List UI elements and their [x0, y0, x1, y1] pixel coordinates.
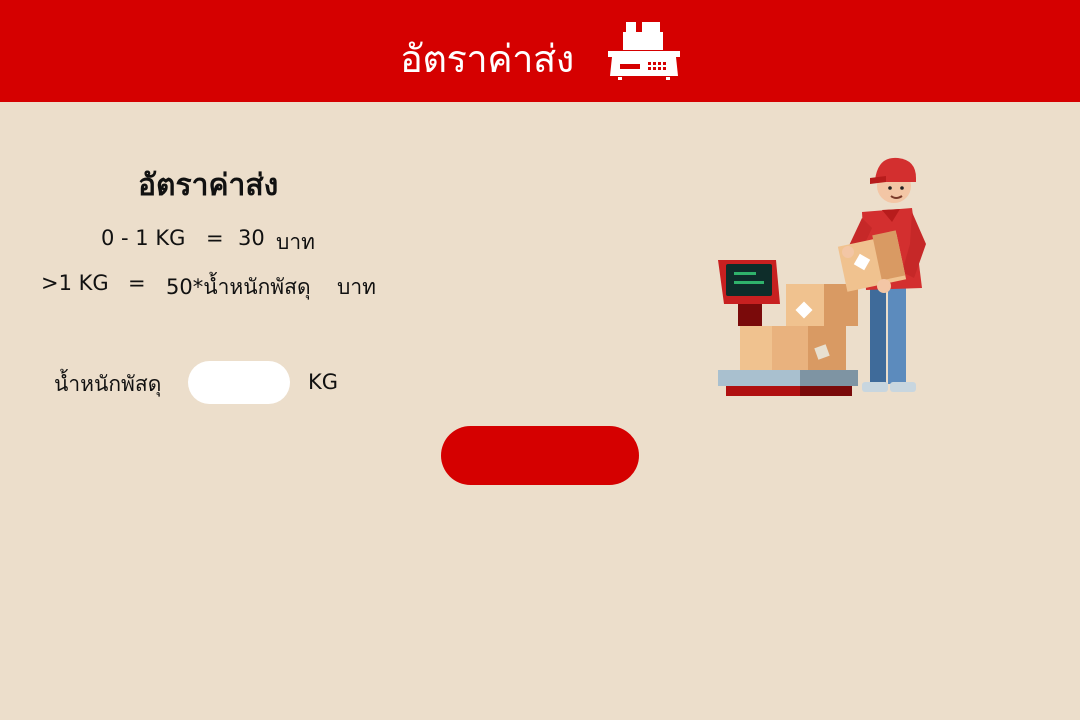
rate-range: 0 - 1 KG [101, 226, 186, 250]
rate-price: 30 [238, 226, 265, 250]
delivery-man-illustration [718, 157, 926, 396]
rate-equals: = [206, 226, 224, 250]
weight-unit-label: KG [308, 370, 339, 394]
scale-icon [608, 22, 680, 80]
rate-row: 0 - 1 KG = 30 บาท [0, 226, 420, 254]
header-title: อัตราค่าส่ง [400, 37, 574, 81]
rate-range: >1 KG [41, 271, 109, 295]
weight-input[interactable] [188, 361, 290, 404]
calculate-button[interactable] [441, 426, 639, 485]
rate-unit: บาท [337, 275, 376, 299]
weight-label: น้ำหนักพัสดุ [54, 372, 162, 396]
rate-row: >1 KG = 50*น้ำหนักพัสดุ บาท [0, 271, 420, 301]
rate-equals: = [128, 271, 146, 295]
header-bar: อัตราค่าส่ง [0, 0, 1080, 102]
rates-title: อัตราค่าส่ง [138, 168, 279, 203]
rate-unit: บาท [276, 230, 315, 254]
rate-price: 50*น้ำหนักพัสดุ [166, 275, 311, 299]
